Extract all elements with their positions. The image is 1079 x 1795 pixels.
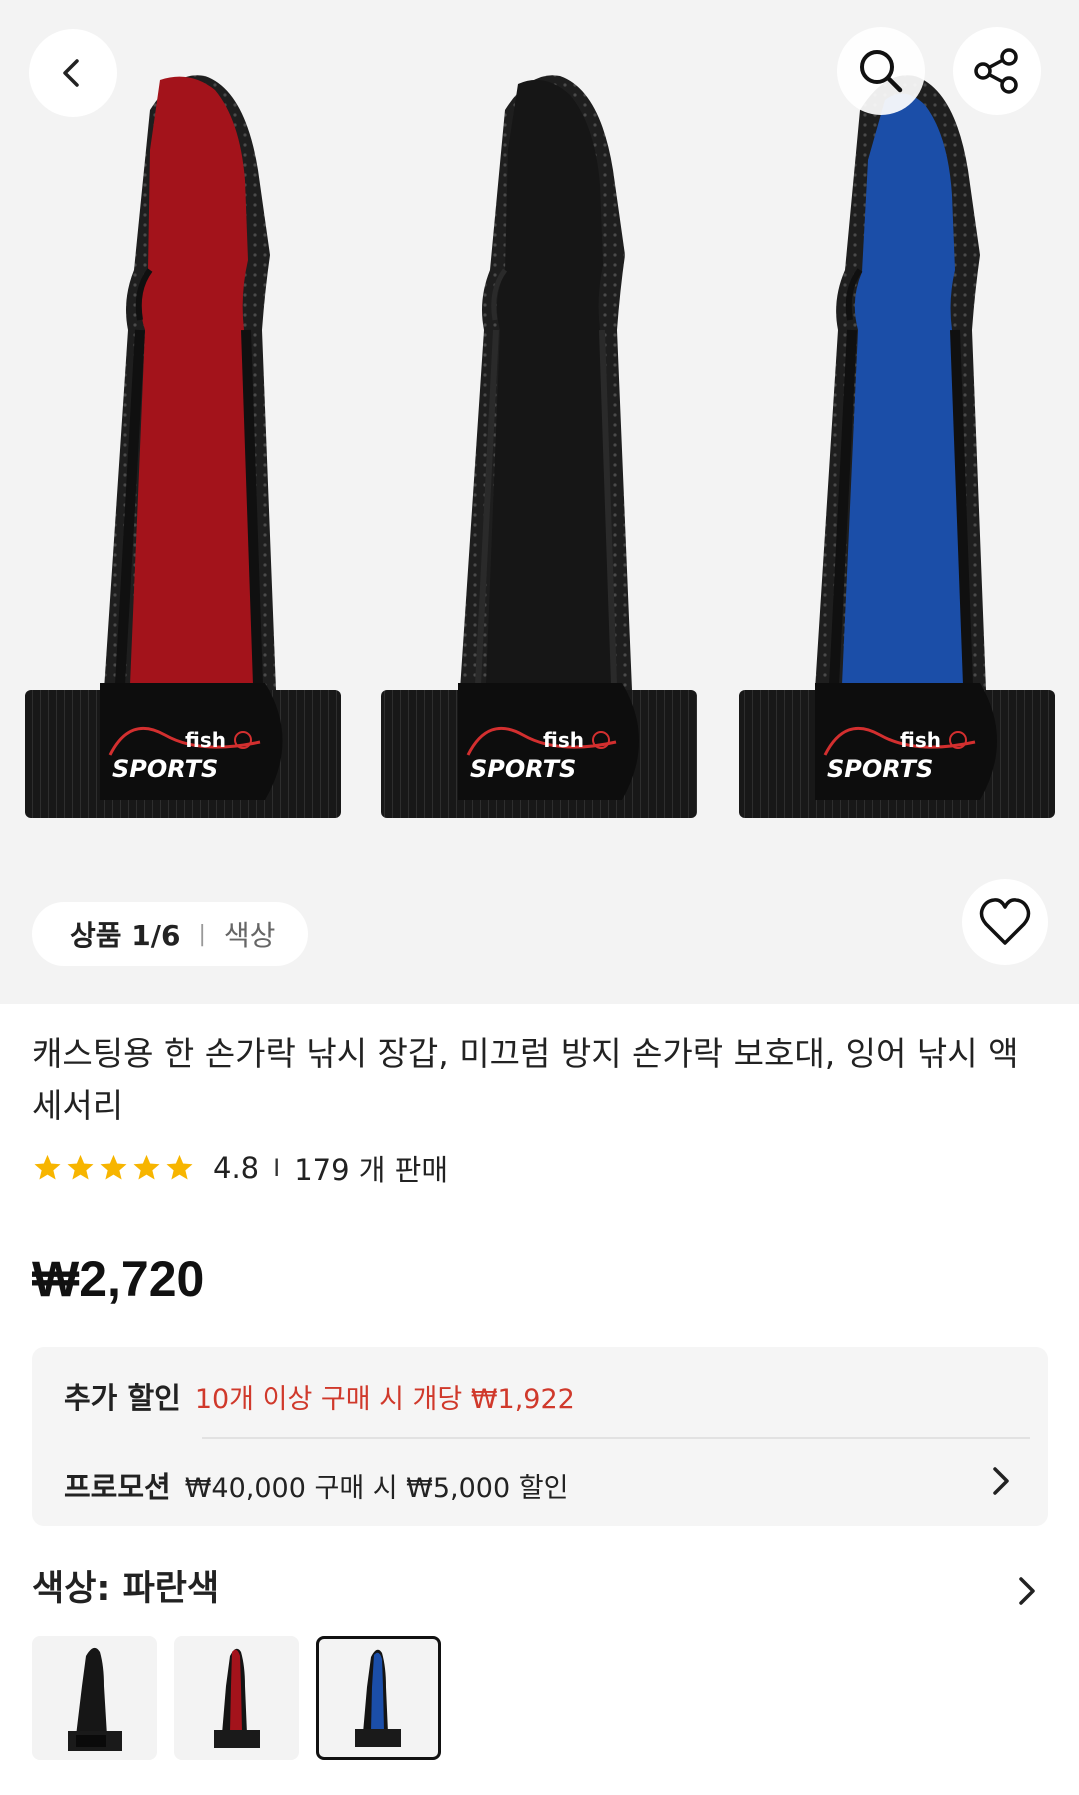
brand-logo-text-2: SPORTS (112, 755, 218, 783)
extra-discount-row: 추가 할인 10개 이상 구매 시 개당 ₩1,922 (64, 1375, 575, 1417)
chevron-left-icon (63, 59, 79, 87)
back-button[interactable] (29, 29, 117, 117)
brand-logo-text-2: SPORTS (470, 755, 576, 783)
star-icon (34, 1154, 61, 1180)
product-title: 캐스팅용 한 손가락 낚시 장갑, 미끄럼 방지 손가락 보호대, 잉어 낚시 … (32, 1034, 1019, 1125)
search-icon (860, 50, 903, 93)
promo-divider (202, 1437, 1030, 1439)
color-option-blue[interactable] (316, 1636, 441, 1760)
share-icon (974, 48, 1018, 94)
star-icon (100, 1154, 127, 1180)
brand-logo-text-1: fish (543, 728, 584, 752)
rating-row[interactable]: 4.8 I 179 개 판매 (32, 1148, 448, 1188)
color-selection-title: 색상: 파란색 (32, 1569, 220, 1609)
brand-logo-text-2: SPORTS (827, 755, 933, 783)
product-price: ₩2,720 (32, 1251, 205, 1307)
sold-count: 179 개 판매 (294, 1153, 449, 1187)
rating-value: 4.8 (213, 1151, 260, 1185)
star-icon (166, 1154, 193, 1180)
blue-swatch-image (355, 1649, 401, 1747)
rating-separator: I (273, 1154, 281, 1182)
promotion-text: ₩40,000 구매 시 ₩5,000 할인 (184, 1472, 569, 1504)
brand-logo-text-1: fish (185, 728, 226, 752)
star-icon (133, 1154, 160, 1180)
product-image: fish SPORTS fish SPORTS fish SPORTS (25, 75, 1055, 818)
extra-discount-text: 10개 이상 구매 시 개당 ₩1,922 (194, 1383, 575, 1415)
promotion-label: 프로모션 (64, 1470, 171, 1504)
star-icon (67, 1154, 94, 1180)
heart-icon (979, 898, 1031, 945)
rating-stars (32, 1153, 195, 1183)
extra-discount-label: 추가 할인 (64, 1381, 181, 1415)
promotion-row[interactable]: 프로모션 ₩40,000 구매 시 ₩5,000 할인 (64, 1464, 568, 1506)
color-option-black[interactable] (32, 1636, 157, 1760)
black-finger-guard (381, 75, 697, 818)
red-finger-guard (25, 75, 341, 818)
search-button[interactable] (837, 27, 925, 115)
wishlist-button[interactable] (962, 879, 1048, 965)
image-counter: 상품 1/6 (70, 919, 181, 952)
black-swatch-image (68, 1647, 122, 1751)
color-option-red[interactable] (174, 1636, 299, 1760)
image-tag: 색상 (223, 919, 276, 952)
brand-logo-text-1: fish (900, 728, 941, 752)
red-swatch-image (214, 1648, 260, 1748)
counter-separator: | (198, 921, 206, 947)
promotion-box[interactable]: 추가 할인 10개 이상 구매 시 개당 ₩1,922 프로모션 ₩40,000… (32, 1347, 1048, 1526)
share-button[interactable] (953, 27, 1041, 115)
product-image-gallery[interactable]: fish SPORTS fish SPORTS fish SPORTS 상품 1… (0, 0, 1079, 1004)
chevron-right-icon[interactable] (990, 1464, 1012, 1498)
image-counter-pill: 상품 1/6 | 색상 (32, 902, 308, 966)
blue-finger-guard (739, 75, 1055, 818)
chevron-right-icon[interactable] (1016, 1574, 1038, 1608)
